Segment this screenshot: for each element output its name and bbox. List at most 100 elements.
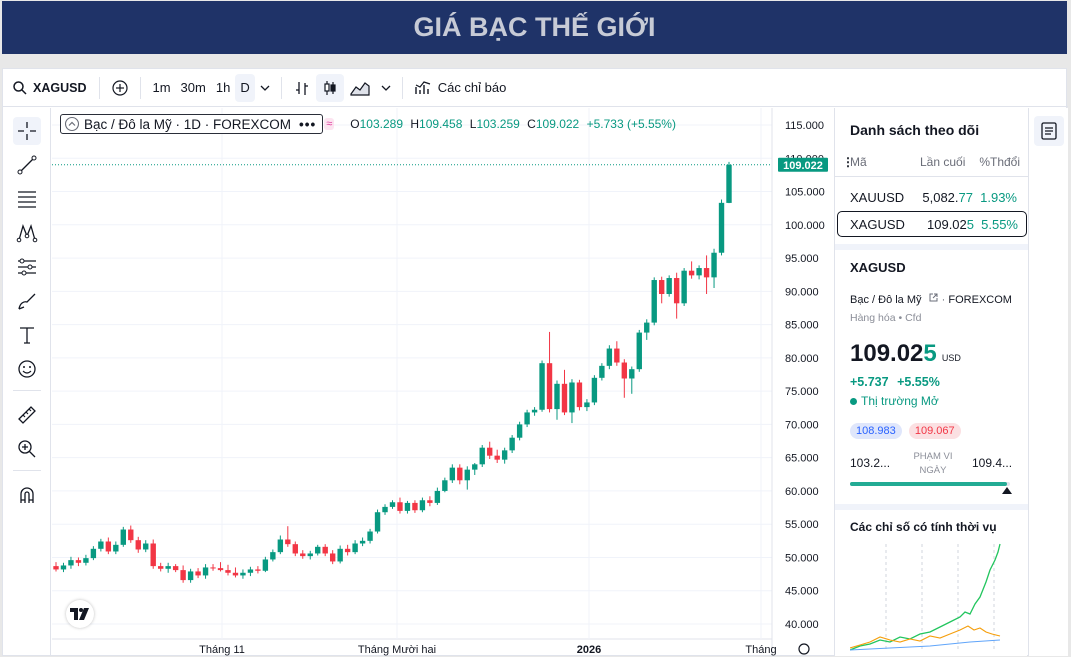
- settings-gear-icon[interactable]: [798, 643, 810, 655]
- candle-body: [232, 572, 239, 576]
- candle-body: [128, 529, 134, 541]
- details-change-line: +5.737 +5.55%: [850, 375, 940, 389]
- page-banner: GIÁ BẠC THẾ GIỚI: [2, 1, 1067, 54]
- candle-body: [644, 322, 650, 333]
- last-price-label: 109.022: [783, 160, 823, 172]
- column-symbol[interactable]: Mã: [850, 155, 920, 169]
- interval-1m[interactable]: 1m: [147, 74, 175, 102]
- x-tick-label: Tháng Mười hai: [358, 644, 436, 656]
- range-low: 103.2...: [850, 456, 891, 470]
- watchlist-row-selected[interactable]: XAGUSD 109.025 5.55%: [837, 211, 1027, 237]
- y-tick-label: 40.000: [785, 619, 819, 631]
- bar-chart-type-button[interactable]: [288, 74, 316, 102]
- candle-body: [726, 164, 732, 203]
- candle-body: [397, 502, 403, 511]
- pattern-tool[interactable]: [13, 219, 41, 247]
- wave-icon: ≈: [324, 118, 335, 130]
- emoji-tool[interactable]: [13, 355, 41, 383]
- divider: [280, 76, 282, 99]
- trendline-tool[interactable]: [13, 151, 41, 179]
- y-tick-label: 100.000: [785, 220, 825, 232]
- open-value: 103.289: [359, 117, 403, 131]
- area-chart-icon: [350, 81, 370, 96]
- more-icon[interactable]: •••: [299, 117, 316, 132]
- indicators-icon: [415, 80, 430, 94]
- area-chart-type-button[interactable]: [344, 74, 376, 102]
- candle-body: [150, 543, 156, 567]
- indicators-button[interactable]: Các chỉ báo: [409, 74, 512, 102]
- zoom-tool[interactable]: [13, 435, 41, 463]
- seasonal-chart[interactable]: [850, 542, 1010, 652]
- candle-body: [599, 365, 605, 378]
- candle-body: [651, 280, 657, 323]
- forecast-tool[interactable]: [13, 253, 41, 281]
- fib-tool[interactable]: [13, 185, 41, 213]
- candle-body: [389, 502, 396, 507]
- candle-chart-type-button[interactable]: [315, 73, 344, 102]
- candle-body: [202, 567, 209, 576]
- candle-body: [262, 559, 269, 571]
- external-link-icon[interactable]: [928, 292, 939, 303]
- tradingview-logo[interactable]: [66, 600, 94, 628]
- candle-body: [172, 566, 179, 571]
- row-last-tail: 77: [958, 189, 973, 205]
- candle-body: [606, 348, 613, 366]
- candle-body: [412, 502, 418, 511]
- y-tick-label: 65.000: [785, 453, 819, 465]
- ruler-tool[interactable]: [13, 401, 41, 429]
- interval-d[interactable]: D: [235, 73, 255, 102]
- collapse-icon: [64, 116, 80, 132]
- divider: [99, 76, 101, 99]
- chart-area[interactable]: 115.000110.000105.000100.00095.00090.000…: [52, 108, 832, 656]
- column-last[interactable]: Lần cuối: [920, 155, 977, 169]
- compare-button[interactable]: [106, 74, 134, 102]
- more-vertical-icon[interactable]: ⋮: [842, 155, 854, 169]
- y-tick-label: 50.000: [785, 552, 819, 564]
- watchlist-row[interactable]: XAUUSD 5,082.77 1.93%: [837, 184, 1027, 210]
- right-panel: Danh sách theo dõi ⋮ Mã Lần cuối %Thđổi …: [834, 108, 1028, 656]
- candle-body: [367, 531, 373, 541]
- candle-body: [225, 570, 231, 573]
- interval-dropdown[interactable]: [255, 74, 275, 102]
- candle-body: [68, 560, 74, 566]
- interval-label: D: [240, 80, 250, 95]
- separator-dot: ·: [941, 294, 946, 306]
- interval-1h[interactable]: 1h: [211, 74, 235, 102]
- interval-30m[interactable]: 30m: [176, 74, 211, 102]
- y-tick-label: 80.000: [785, 353, 819, 365]
- candle-body: [359, 540, 366, 544]
- trend-line-icon: [17, 155, 37, 175]
- section-divider: [835, 244, 1028, 250]
- chart-type-dropdown[interactable]: [376, 74, 396, 102]
- change-pct: +5.55%: [897, 375, 940, 389]
- row-last: 109.025: [914, 217, 974, 232]
- candle-body: [666, 278, 672, 294]
- row-last-tail: 5: [966, 216, 974, 232]
- right-sidebar: [1028, 108, 1068, 656]
- candle-body: [382, 506, 388, 513]
- list-icon: [1041, 122, 1057, 140]
- magnet-tool[interactable]: [13, 481, 41, 509]
- y-tick-label: 60.000: [785, 486, 819, 498]
- crosshair-tool[interactable]: [13, 117, 41, 145]
- symbol-search[interactable]: XAGUSD: [7, 74, 91, 102]
- row-symbol: XAGUSD: [850, 216, 905, 232]
- candle-body: [584, 402, 590, 408]
- details-description[interactable]: Bạc / Đô la Mỹ: [850, 294, 922, 306]
- candle-body: [113, 544, 119, 552]
- column-change[interactable]: %Thđổi: [977, 155, 1020, 169]
- change-abs: +5.737: [850, 375, 889, 389]
- candle-body: [217, 568, 224, 571]
- details-category: Hàng hóa: [850, 312, 896, 324]
- indicators-label: Các chỉ báo: [437, 80, 507, 95]
- candle-body: [449, 467, 456, 481]
- forecast-icon: [18, 258, 36, 276]
- candlestick-chart[interactable]: 115.000110.000105.000100.00095.00090.000…: [52, 108, 832, 656]
- candle-body: [329, 553, 336, 562]
- watchlist-toggle-button[interactable]: [1034, 116, 1064, 146]
- y-tick-label: 115.000: [785, 120, 824, 132]
- symbol-description-box[interactable]: Bạc / Đô la Mỹ · 1D · FOREXCOM •••: [60, 114, 324, 134]
- brush-tool[interactable]: [13, 287, 41, 315]
- search-icon: [13, 80, 27, 95]
- text-tool[interactable]: [13, 321, 41, 349]
